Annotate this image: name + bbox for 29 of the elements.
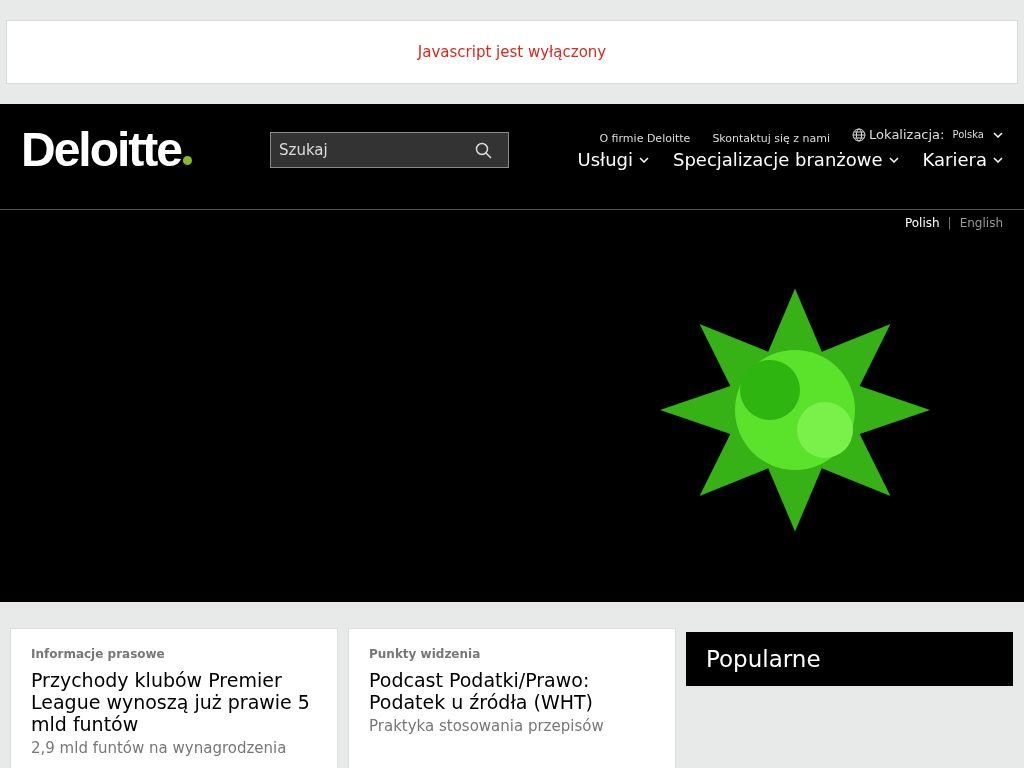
nav-menu-link[interactable]: Kariera bbox=[922, 149, 987, 170]
chevron-down-icon bbox=[888, 156, 899, 163]
logo-text[interactable]: Deloitte bbox=[21, 124, 181, 176]
globe-icon bbox=[852, 127, 867, 142]
card-title[interactable]: Przychody klubów Premier League wynoszą już prawie 5 mld funtów bbox=[31, 669, 317, 735]
card-summary: 2,9 mld funtów na wynagrodzenia bbox=[31, 739, 288, 757]
utility-link[interactable]: Skontaktuj się z nami bbox=[712, 132, 831, 145]
notice-text: Javascript jest wyłączony bbox=[417, 43, 607, 61]
article-card[interactable]: Punkty widzenia Podcast Podatki/Prawo: Podatek u źródła (WHT) Praktyka stosowania przepisów bbox=[348, 628, 676, 768]
language-link[interactable]: English bbox=[959, 216, 1003, 230]
search-field[interactable]: Szukaj bbox=[270, 132, 509, 168]
popular-title: Popularne bbox=[706, 646, 821, 672]
chevron-down-icon bbox=[993, 131, 1003, 138]
nav-menu-link[interactable]: Usługi bbox=[577, 149, 633, 170]
nav-menu-link[interactable]: Specjalizacje branżowe bbox=[673, 149, 883, 170]
utility-link[interactable]: O firmie Deloitte bbox=[599, 132, 691, 145]
separator-text: | bbox=[947, 216, 952, 230]
card-category: Informacje prasowe bbox=[31, 647, 166, 661]
location-label: Lokalizacja: bbox=[869, 127, 945, 142]
location-dropdown[interactable]: Polska bbox=[952, 129, 984, 140]
search-icon[interactable] bbox=[475, 142, 493, 160]
card-category: Punkty widzenia bbox=[369, 647, 482, 661]
chevron-down-icon bbox=[993, 156, 1003, 163]
article-card[interactable]: Informacje prasowe Przychody klubów Premier League wynoszą już prawie 5 mld funtów 2,9 mld funtów na wynagrodzenia bbox=[10, 628, 338, 768]
chevron-down-icon bbox=[639, 156, 649, 163]
card-title[interactable]: Podcast Podatki/Prawo: Podatek u źródła (WHT) bbox=[369, 669, 655, 713]
card-summary: Praktyka stosowania przepisów bbox=[369, 717, 605, 735]
logo-dot-icon bbox=[183, 156, 192, 165]
language-link[interactable]: Polish bbox=[904, 216, 940, 230]
